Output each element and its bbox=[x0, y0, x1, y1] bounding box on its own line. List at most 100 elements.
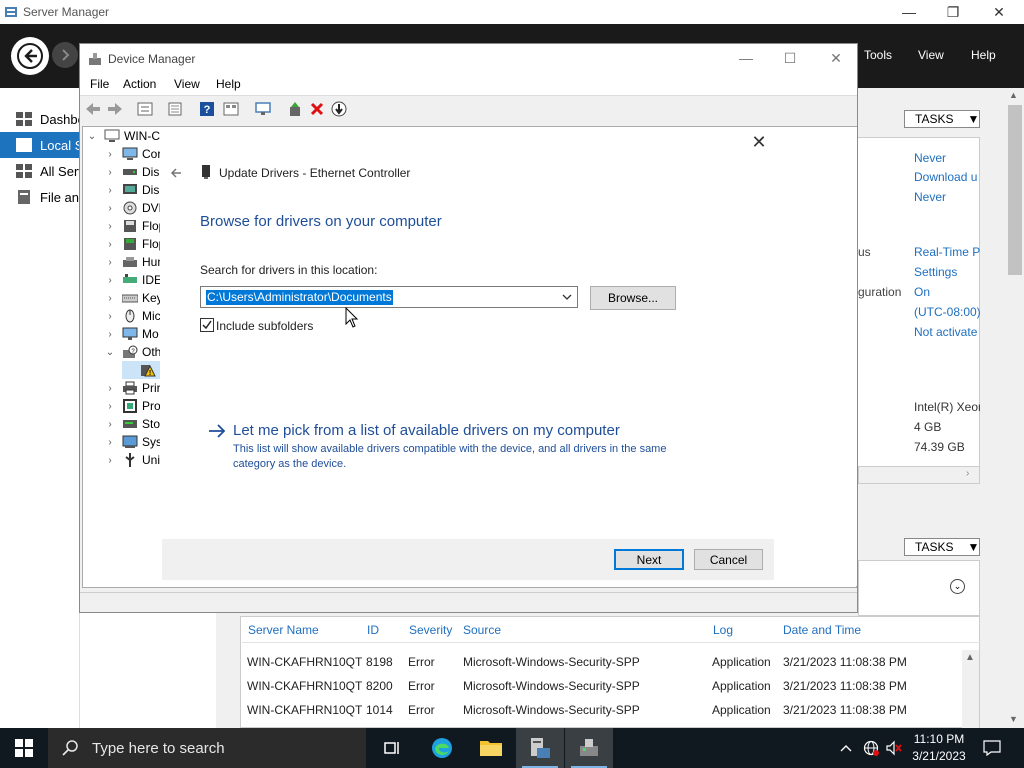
forward-nav-button[interactable] bbox=[52, 42, 78, 68]
prop-ie-esc[interactable]: On bbox=[914, 285, 980, 299]
tree-root[interactable]: ⌄ WIN-C bbox=[86, 127, 160, 145]
task-view-button[interactable] bbox=[368, 728, 416, 768]
toolbar-list-icon[interactable] bbox=[166, 100, 184, 118]
tree-collapse-icon[interactable]: ⌄ bbox=[104, 347, 116, 358]
events-scroll-up-icon[interactable]: ▲ bbox=[965, 652, 975, 663]
tree-expand-icon[interactable]: › bbox=[104, 383, 116, 394]
sm-menu-view[interactable]: View bbox=[918, 48, 944, 62]
back-nav-button[interactable] bbox=[11, 37, 49, 75]
taskbar-search-box[interactable]: Type here to search bbox=[48, 728, 366, 768]
sm-scroll-up-icon[interactable]: ▲ bbox=[1009, 90, 1018, 100]
tray-chevron-up-icon[interactable] bbox=[836, 738, 856, 758]
col-log[interactable]: Log bbox=[713, 623, 733, 637]
tree-node[interactable]: › Pro bbox=[104, 397, 161, 415]
tree-node[interactable]: › Prir bbox=[104, 379, 160, 397]
sm-menu-tools[interactable]: Tools bbox=[864, 48, 892, 62]
toolbar-back-icon[interactable] bbox=[84, 100, 102, 118]
col-date-time[interactable]: Date and Time bbox=[783, 623, 861, 637]
tree-node-ethernet-controller[interactable]: ! bbox=[122, 361, 160, 379]
props-hscrollbar[interactable] bbox=[858, 466, 980, 484]
sm-restore-button[interactable]: ❐ bbox=[930, 0, 976, 24]
dm-menu-help[interactable]: Help bbox=[216, 77, 241, 91]
expand-circle-icon[interactable]: ⌄ bbox=[950, 579, 965, 594]
tree-expand-icon[interactable]: › bbox=[104, 401, 116, 412]
tree-node[interactable]: › Mo bbox=[104, 325, 158, 343]
dm-close-button[interactable]: ✕ bbox=[813, 44, 859, 72]
col-severity[interactable]: Severity bbox=[409, 623, 452, 637]
sm-close-button[interactable]: ✕ bbox=[976, 0, 1022, 24]
prop-time-zone[interactable]: (UTC-08:00) bbox=[914, 305, 980, 319]
tree-node[interactable]: › Mic bbox=[104, 307, 160, 325]
tree-node[interactable]: › Disp bbox=[104, 181, 166, 199]
tree-collapse-icon[interactable]: ⌄ bbox=[86, 131, 98, 142]
dm-menu-file[interactable]: File bbox=[90, 77, 109, 91]
tree-expand-icon[interactable]: › bbox=[104, 455, 116, 466]
properties-tasks-button[interactable]: TASKS ▼ bbox=[904, 110, 980, 128]
device-manager-taskbar-button[interactable] bbox=[565, 728, 613, 768]
chevron-down-icon[interactable] bbox=[559, 289, 575, 305]
tree-node[interactable]: › Sto bbox=[104, 415, 160, 433]
nav-file-storage[interactable]: File and Storage Services bbox=[0, 184, 80, 210]
volume-muted-icon[interactable] bbox=[884, 738, 904, 758]
toolbar-disable-icon[interactable] bbox=[330, 100, 348, 118]
network-globe-icon[interactable] bbox=[861, 738, 881, 758]
nav-all-servers[interactable]: All Servers bbox=[0, 158, 80, 184]
start-button[interactable] bbox=[0, 728, 48, 768]
include-subfolders-checkbox[interactable] bbox=[200, 318, 214, 332]
tree-node[interactable]: › Disk bbox=[104, 163, 165, 181]
nav-local-server[interactable]: Local Server bbox=[0, 132, 80, 158]
prop-defender[interactable]: Real-Time Pr bbox=[914, 245, 980, 259]
tree-expand-icon[interactable]: › bbox=[104, 239, 116, 250]
sm-scroll-down-icon[interactable]: ▼ bbox=[1009, 714, 1018, 724]
cancel-button[interactable]: Cancel bbox=[694, 549, 763, 570]
pick-from-list-link[interactable]: Let me pick from a list of available dri… bbox=[233, 422, 620, 439]
prop-feedback[interactable]: Settings bbox=[914, 265, 980, 279]
taskbar-clock[interactable]: 11:10 PM 3/21/2023 bbox=[904, 731, 974, 765]
col-source[interactable]: Source bbox=[463, 623, 501, 637]
wizard-close-button[interactable]: ✕ bbox=[748, 132, 770, 152]
arrow-right-icon[interactable] bbox=[206, 422, 228, 440]
wizard-back-button[interactable] bbox=[168, 163, 188, 183]
tree-expand-icon[interactable]: › bbox=[104, 329, 116, 340]
prop-last-installed[interactable]: Never bbox=[914, 151, 980, 165]
tree-expand-icon[interactable]: › bbox=[104, 149, 116, 160]
dm-minimize-button[interactable]: — bbox=[723, 44, 769, 72]
prop-last-checked[interactable]: Never bbox=[914, 190, 980, 204]
tree-node[interactable]: › DVD bbox=[104, 199, 167, 217]
tree-node[interactable]: › IDE bbox=[104, 271, 162, 289]
events-tasks-button[interactable]: TASKS ▼ bbox=[904, 538, 980, 556]
tree-node[interactable]: › Uni bbox=[104, 451, 160, 469]
tree-expand-icon[interactable]: › bbox=[104, 167, 116, 178]
toolbar-update-driver-icon[interactable] bbox=[286, 100, 304, 118]
tree-expand-icon[interactable]: › bbox=[104, 257, 116, 268]
driver-path-input[interactable]: C:\Users\Administrator\Documents bbox=[206, 290, 393, 305]
col-id[interactable]: ID bbox=[367, 623, 379, 637]
tree-expand-icon[interactable]: › bbox=[104, 437, 116, 448]
sm-scroll-thumb[interactable] bbox=[1008, 105, 1022, 275]
tree-node[interactable]: › Flop bbox=[104, 235, 165, 253]
nav-dashboard[interactable]: Dashboard bbox=[0, 106, 80, 132]
edge-taskbar-button[interactable] bbox=[418, 728, 466, 768]
driver-path-combobox[interactable]: C:\Users\Administrator\Documents bbox=[200, 286, 578, 308]
tree-expand-icon[interactable]: › bbox=[104, 203, 116, 214]
prop-product-id[interactable]: Not activate bbox=[914, 325, 980, 339]
next-button[interactable]: Next bbox=[614, 549, 684, 570]
toolbar-view-icon[interactable] bbox=[222, 100, 240, 118]
dm-menu-view[interactable]: View bbox=[174, 77, 200, 91]
file-explorer-taskbar-button[interactable] bbox=[467, 728, 515, 768]
notifications-icon[interactable] bbox=[982, 738, 1002, 758]
sm-menu-help[interactable]: Help bbox=[971, 48, 996, 62]
props-scroll-right-icon[interactable]: › bbox=[966, 468, 969, 479]
toolbar-uninstall-icon[interactable] bbox=[308, 100, 326, 118]
include-subfolders-label[interactable]: Include subfolders bbox=[216, 319, 313, 333]
tree-node[interactable]: › Hun bbox=[104, 253, 164, 271]
col-server-name[interactable]: Server Name bbox=[248, 623, 319, 637]
toolbar-scan-hardware-icon[interactable] bbox=[254, 100, 272, 118]
tree-node[interactable]: › Flop bbox=[104, 217, 165, 235]
tree-node[interactable]: ⌄? Oth bbox=[104, 343, 162, 361]
tree-expand-icon[interactable]: › bbox=[104, 419, 116, 430]
tree-expand-icon[interactable]: › bbox=[104, 293, 116, 304]
prop-windows-update[interactable]: Download u bbox=[914, 170, 980, 184]
server-manager-taskbar-button[interactable] bbox=[516, 728, 564, 768]
browse-button[interactable]: Browse... bbox=[590, 286, 676, 310]
